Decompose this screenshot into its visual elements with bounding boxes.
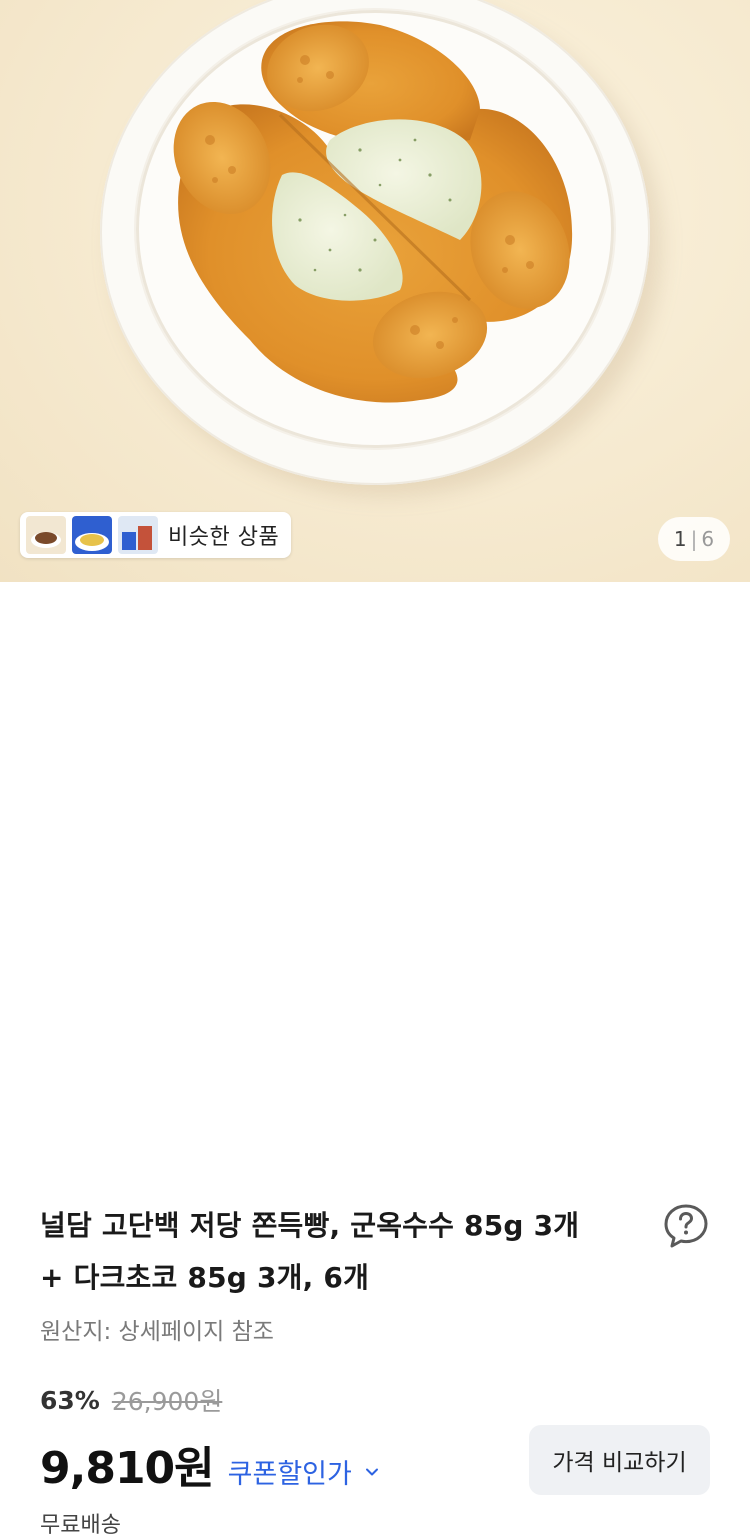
product-title: 널담 고단백 저당 쫀득빵, 군옥수수 85g 3개 + 다크초코 85g 3개… [40,1200,640,1304]
product-image-gallery[interactable]: 비슷한 상품 1 | 6 [0,0,750,582]
price-row: 9,810원 쿠폰할인가 [40,1432,380,1496]
similar-product-2 [72,516,112,554]
counter-total: 6 [701,527,715,551]
coupon-price-toggle[interactable]: 쿠폰할인가 [228,1452,380,1491]
product-title-line2: + 다크초코 85g 3개, 6개 [40,1261,370,1294]
product-title-line1: 널담 고단백 저당 쫀득빵, 군옥수수 85g 3개 [40,1209,580,1242]
similar-products-label: 비슷한 상품 [168,525,280,550]
discount-row: 63% 26,900원 [40,1382,222,1418]
shipping-text: 무료배송 [40,1513,121,1538]
question-bubble-icon[interactable] [662,1202,710,1250]
origin-text: 원산지: 상세페이지 참조 [40,1319,274,1345]
similar-product-1 [26,516,66,554]
price-compare-button[interactable]: 가격 비교하기 [529,1425,710,1495]
counter-current: 1 [673,527,687,551]
similar-product-thumbnail[interactable] [26,516,66,554]
similar-product-thumbnail[interactable] [72,516,112,554]
similar-products-button[interactable]: 비슷한 상품 [20,512,292,558]
coupon-price-label: 쿠폰할인가 [227,1459,352,1490]
similar-product-3 [118,516,158,554]
sale-price: 9,810원 [40,1443,215,1494]
original-price: 26,900원 [111,1387,223,1416]
similar-product-thumbnail[interactable] [118,516,158,554]
counter-separator: | [690,527,698,551]
discount-rate: 63% [40,1385,100,1415]
image-counter: 1 | 6 [658,517,730,561]
bread-image [173,21,573,403]
chevron-down-icon [365,1468,378,1475]
